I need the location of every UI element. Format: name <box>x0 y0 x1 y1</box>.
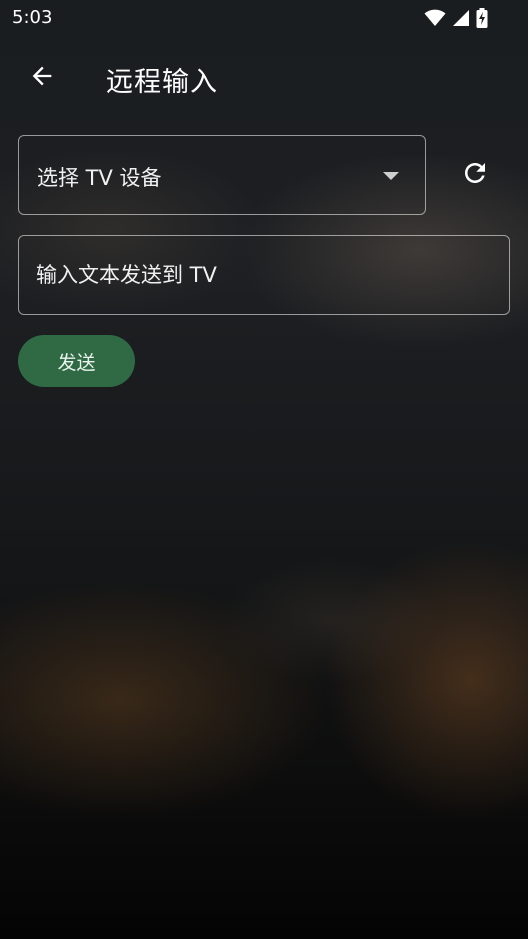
dropdown-arrow-icon <box>383 172 399 180</box>
battery-charging-icon <box>476 8 488 32</box>
cell-signal-icon <box>452 9 470 31</box>
wifi-icon <box>424 9 446 31</box>
text-input-field[interactable] <box>18 235 510 315</box>
refresh-icon <box>460 158 490 192</box>
refresh-button[interactable] <box>452 152 498 198</box>
app-bar: 远程输入 <box>0 48 528 108</box>
send-button[interactable]: 发送 <box>18 335 135 387</box>
status-bar: 5:03 <box>0 0 528 36</box>
dropdown-selected-label: 选择 TV 设备 <box>37 166 162 190</box>
back-button[interactable] <box>22 58 62 98</box>
tv-device-dropdown[interactable]: 选择 TV 设备 <box>18 135 426 215</box>
arrow-back-icon <box>28 62 56 94</box>
status-icons <box>424 8 488 32</box>
text-input[interactable] <box>36 260 476 290</box>
page-title: 远程输入 <box>106 67 218 98</box>
status-time: 5:03 <box>12 7 53 28</box>
